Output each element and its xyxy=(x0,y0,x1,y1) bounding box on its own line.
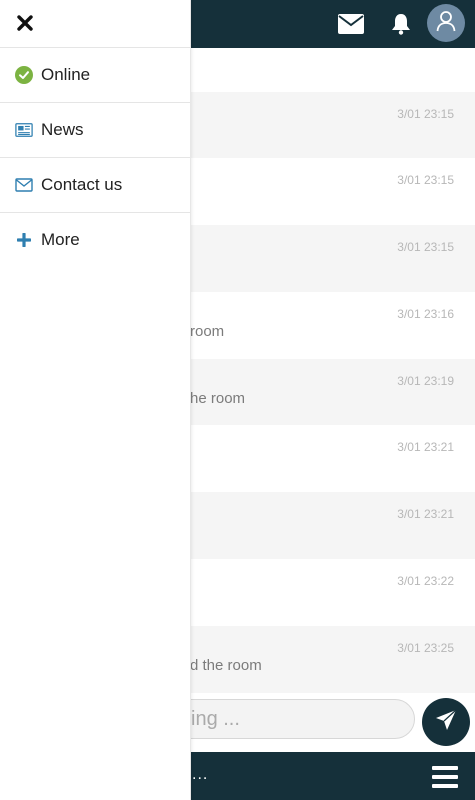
message-time: 3/01 23:19 xyxy=(397,374,454,388)
mail-icon[interactable] xyxy=(335,0,367,48)
close-icon[interactable] xyxy=(15,12,35,34)
side-drawer: Online News Contact us More xyxy=(0,0,191,800)
message-time: 3/01 23:21 xyxy=(397,440,454,454)
message-time: 3/01 23:15 xyxy=(397,107,454,121)
message-text: d the room xyxy=(190,657,262,674)
user-icon xyxy=(436,10,456,37)
message-time: 3/01 23:22 xyxy=(397,574,454,588)
message-input-placeholder: ing ... xyxy=(191,708,240,730)
hamburger-menu-icon[interactable] xyxy=(432,766,458,788)
check-circle-icon xyxy=(15,66,33,84)
menu-item-label: More xyxy=(41,230,80,249)
bottom-status-text: ... xyxy=(192,766,209,783)
plus-icon xyxy=(15,231,33,249)
message-time: 3/01 23:25 xyxy=(397,641,454,655)
message-time: 3/01 23:16 xyxy=(397,307,454,321)
menu-item-label: News xyxy=(41,120,84,139)
bell-icon[interactable] xyxy=(388,0,414,48)
envelope-icon xyxy=(15,176,33,194)
menu-item-contact-us[interactable]: Contact us xyxy=(0,158,190,213)
menu-item-news[interactable]: News xyxy=(0,103,190,158)
menu-item-label: Contact us xyxy=(41,175,123,194)
message-text: room xyxy=(190,323,225,340)
menu-item-label: Online xyxy=(41,65,91,84)
menu-item-online[interactable]: Online xyxy=(0,48,190,103)
message-time: 3/01 23:21 xyxy=(397,507,454,521)
message-time: 3/01 23:15 xyxy=(397,240,454,254)
avatar[interactable] xyxy=(427,4,465,42)
message-time: 3/01 23:15 xyxy=(397,173,454,187)
menu-item-more[interactable]: More xyxy=(0,213,190,267)
send-button[interactable] xyxy=(422,698,470,746)
message-text: he room xyxy=(190,390,246,407)
newspaper-icon xyxy=(15,121,33,139)
paper-plane-icon xyxy=(435,709,457,736)
